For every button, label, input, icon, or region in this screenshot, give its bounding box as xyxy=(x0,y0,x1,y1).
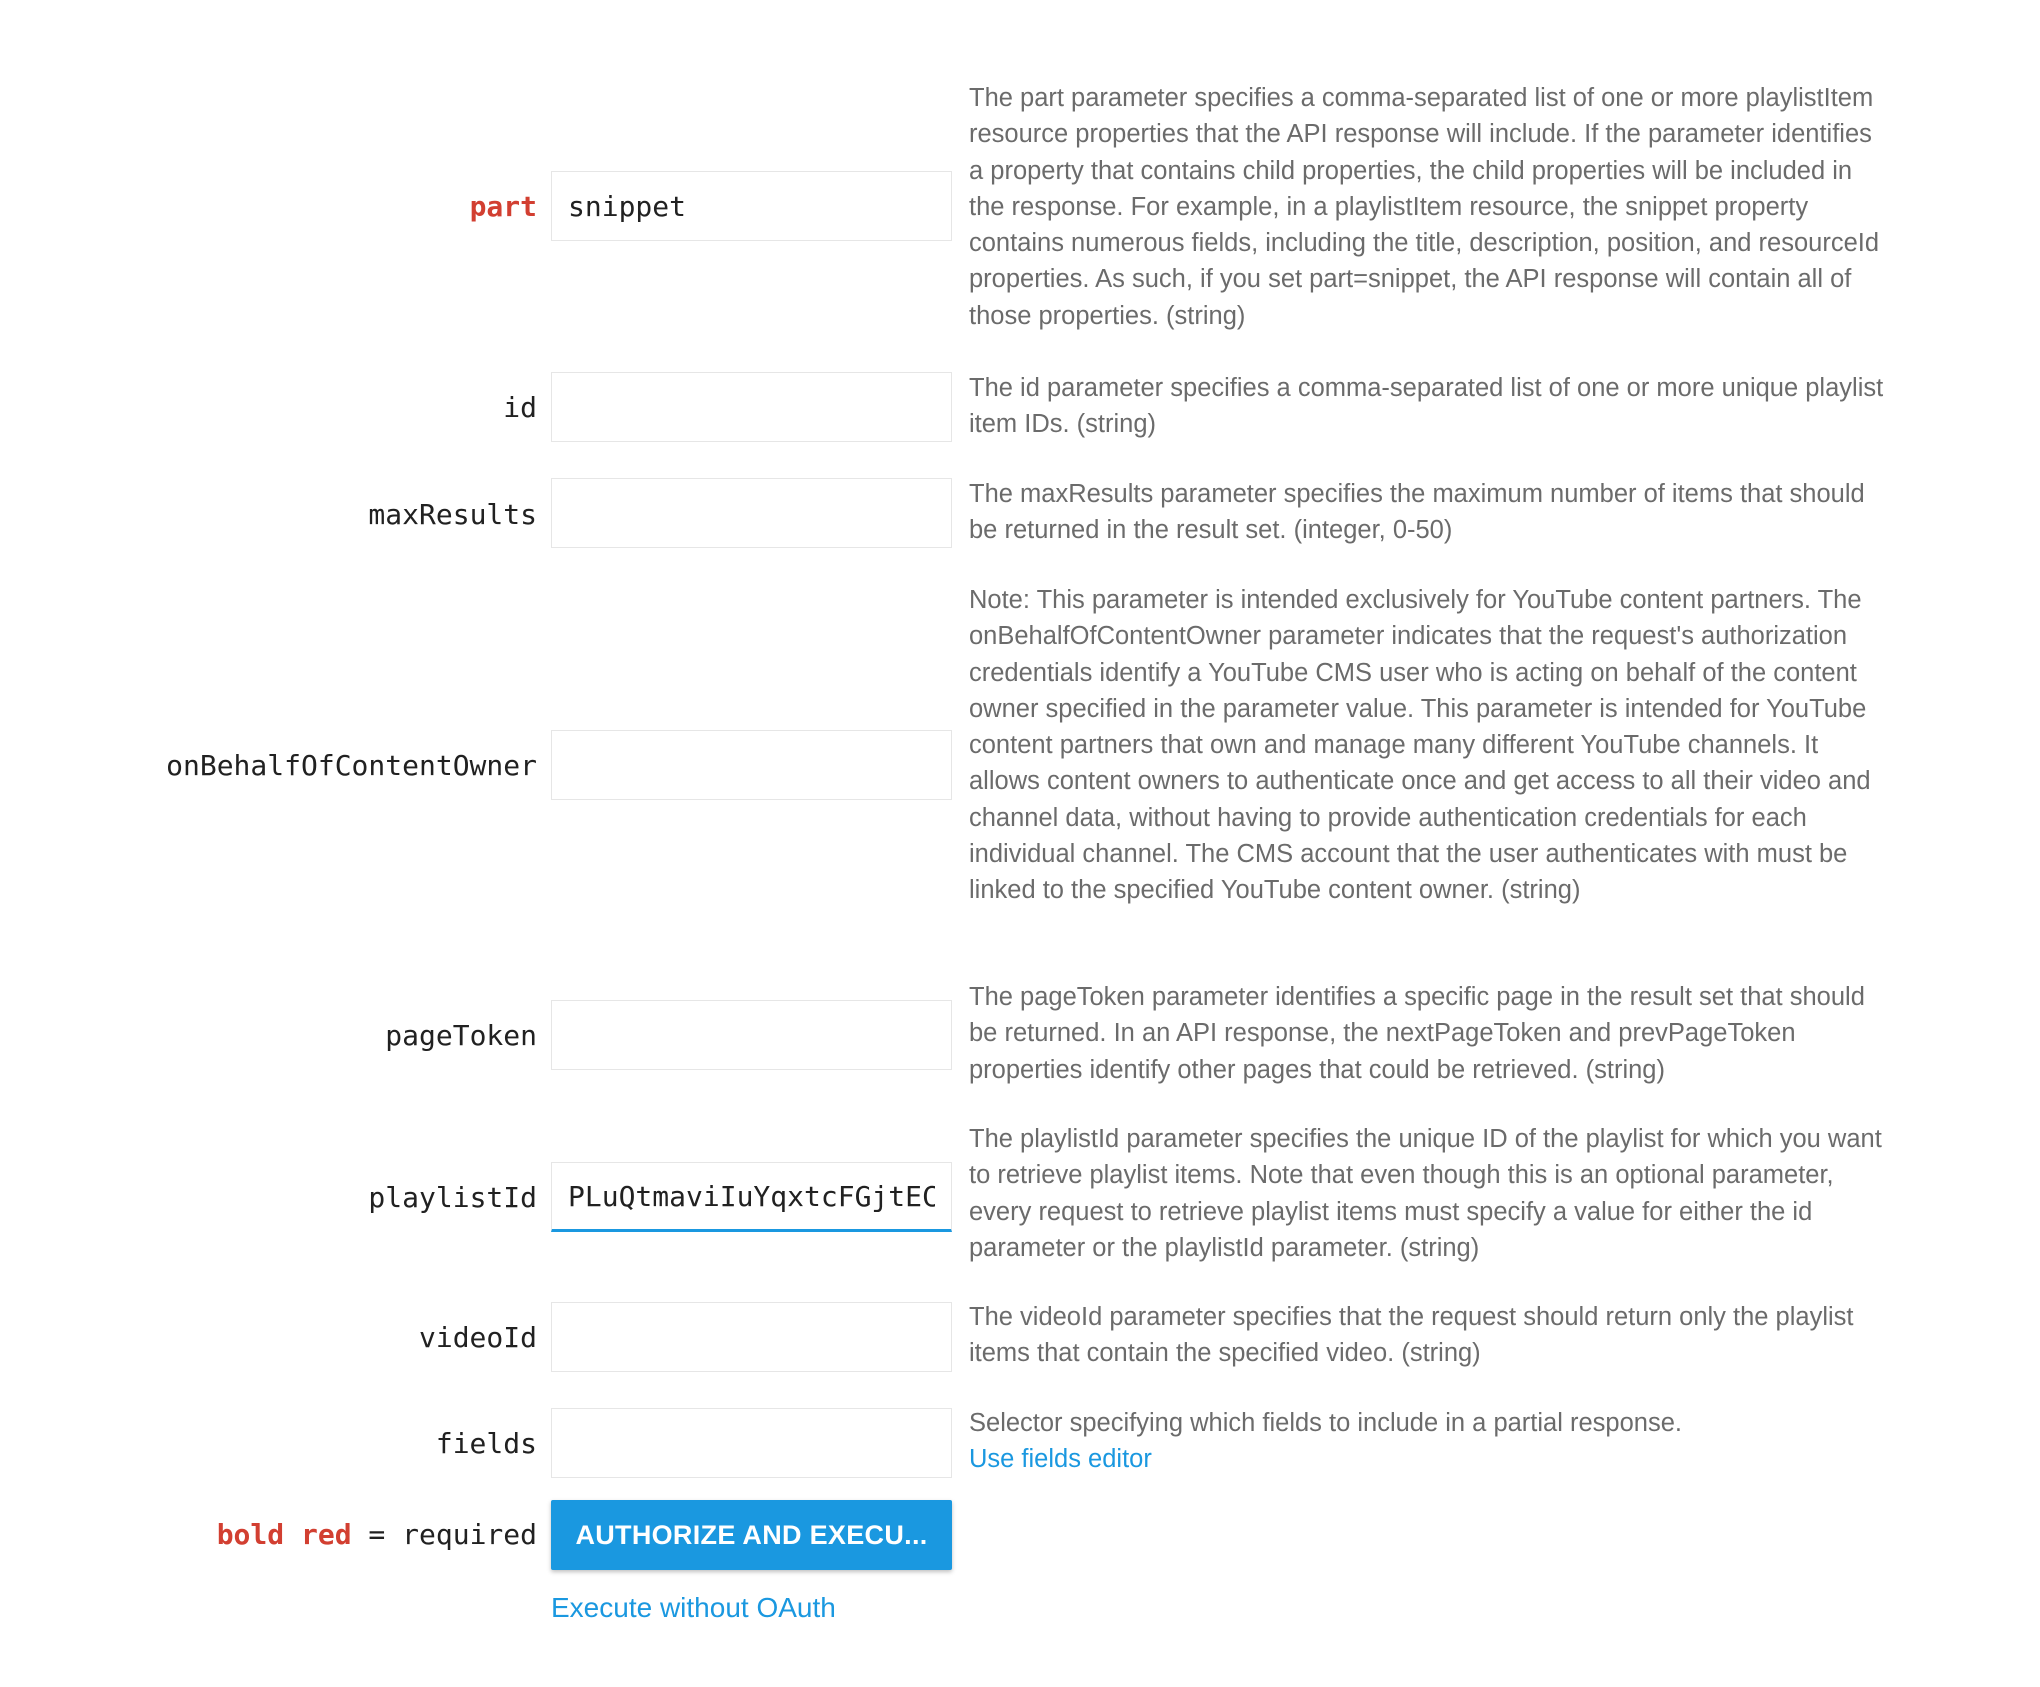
playlistid-input[interactable] xyxy=(551,1162,952,1232)
id-description: The id parameter specifies a comma-separ… xyxy=(969,374,1884,439)
param-label-id: id xyxy=(503,391,537,424)
pagetoken-description: The pageToken parameter identifies a spe… xyxy=(969,983,1865,1084)
param-label-part: part xyxy=(469,190,537,223)
legend-required-text: = required xyxy=(351,1518,537,1551)
param-label-videoid: videoId xyxy=(418,1321,537,1354)
param-label-onbehalfofcontentowner: onBehalfOfContentOwner xyxy=(166,749,537,782)
onbehalfofcontentowner-input[interactable] xyxy=(551,730,952,800)
param-label-pagetoken: pageToken xyxy=(385,1019,537,1052)
fields-description: Selector specifying which fields to incl… xyxy=(969,1409,1682,1437)
id-input[interactable] xyxy=(551,372,952,442)
legend-bold-red: bold red xyxy=(216,1518,352,1551)
param-label-maxresults: maxResults xyxy=(368,498,537,531)
param-label-fields: fields xyxy=(435,1427,537,1460)
required-legend: bold red = required xyxy=(217,1517,537,1553)
videoid-description: The videoId parameter specifies that the… xyxy=(969,1303,1854,1368)
playlistid-description: The playlistId parameter specifies the u… xyxy=(969,1125,1882,1262)
maxresults-input[interactable] xyxy=(551,478,952,548)
part-description: The part parameter specifies a comma-sep… xyxy=(969,84,1880,330)
fields-description-block: Selector specifying which fields to incl… xyxy=(969,1405,1889,1478)
use-fields-editor-link[interactable]: Use fields editor xyxy=(969,1441,1889,1477)
videoid-input[interactable] xyxy=(551,1302,952,1372)
part-input[interactable] xyxy=(551,171,952,241)
onbehalfofcontentowner-description: Note: This parameter is intended exclusi… xyxy=(969,586,1871,905)
execute-without-oauth-link[interactable]: Execute without OAuth xyxy=(551,1592,836,1624)
fields-input[interactable] xyxy=(551,1408,952,1478)
pagetoken-input[interactable] xyxy=(551,1000,952,1070)
authorize-and-execute-button[interactable]: AUTHORIZE AND EXECU... xyxy=(551,1500,952,1570)
maxresults-description: The maxResults parameter specifies the m… xyxy=(969,480,1865,545)
param-label-playlistid: playlistId xyxy=(368,1181,537,1214)
